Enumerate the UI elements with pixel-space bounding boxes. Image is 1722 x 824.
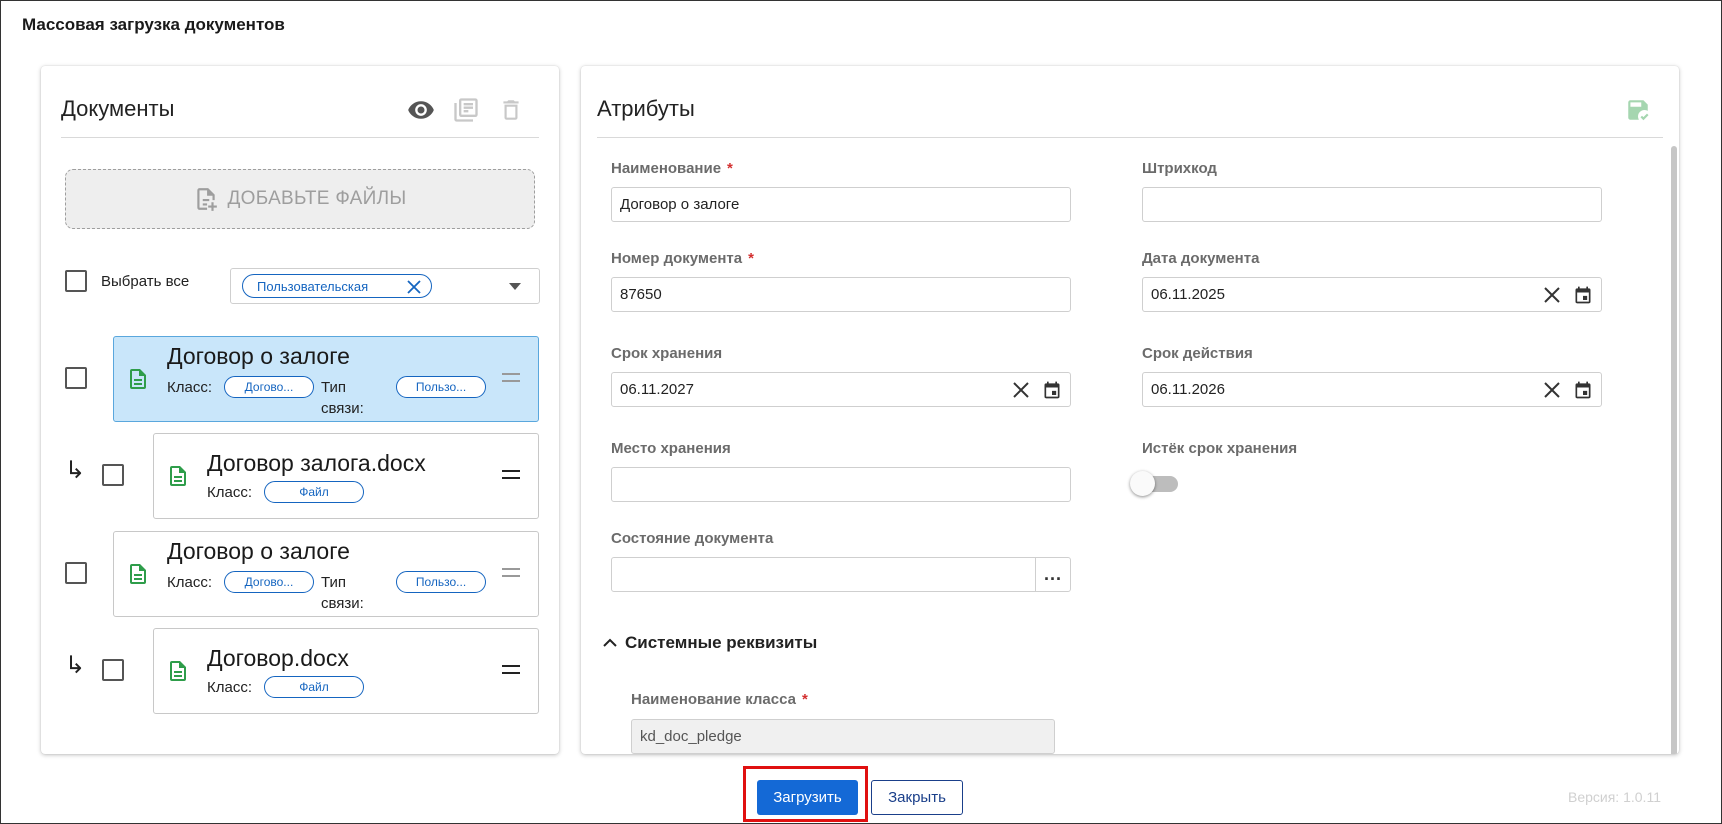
document-name: Договор о залоге <box>167 538 350 564</box>
document-name: Договор.docx <box>207 645 349 671</box>
clear-icon[interactable] <box>1543 286 1561 304</box>
validity-term-input[interactable]: 06.11.2026 <box>1142 372 1602 407</box>
class-label: Класс: <box>167 379 212 396</box>
barcode-input[interactable] <box>1142 187 1602 222</box>
documents-divider <box>61 137 539 138</box>
class-chip: Файл <box>264 676 364 698</box>
drag-handle-icon[interactable] <box>502 470 520 484</box>
document-icon <box>130 369 146 389</box>
class-chip: Догово... <box>224 376 314 398</box>
storage-expired-label: Истёк срок хранения <box>1142 440 1298 457</box>
doc-number-input[interactable]: 87650 <box>611 277 1071 312</box>
window-title: Массовая загрузка документов <box>22 15 285 34</box>
filter-chip: Пользовательская <box>242 274 432 298</box>
class-chip: Файл <box>264 481 364 503</box>
attributes-panel: Атрибуты Наименование * Договор о залоге … <box>581 66 1679 754</box>
doc-date-input[interactable]: 06.11.2025 <box>1142 277 1602 312</box>
version-label: Версия: 1.0.11 <box>1568 789 1661 805</box>
link-type-label-2: связи: <box>321 400 364 417</box>
document-icon <box>170 661 186 681</box>
document-name: Договор залога.docx <box>207 450 426 476</box>
doc-state-label: Состояние документа <box>611 530 774 547</box>
add-files-label: ДОБАВЬТЕ ФАЙЛЫ <box>227 188 407 209</box>
barcode-label: Штрихкод <box>1142 160 1217 177</box>
system-section-header[interactable]: Системные реквизиты <box>603 633 817 653</box>
doc-state-select-button[interactable]: ... <box>1035 558 1070 591</box>
link-type-filter[interactable]: Пользовательская <box>230 268 540 304</box>
chevron-up-icon <box>603 638 617 647</box>
clear-icon[interactable] <box>1012 381 1030 399</box>
copy-list-icon[interactable] <box>450 94 482 126</box>
item-checkbox[interactable] <box>65 562 87 584</box>
attributes-scrollbar[interactable] <box>1671 146 1677 754</box>
document-icon <box>170 466 186 486</box>
drag-handle-icon[interactable] <box>502 373 520 387</box>
doc-state-input[interactable]: ... <box>611 557 1071 592</box>
class-chip: Догово... <box>224 571 314 593</box>
save-check-icon[interactable] <box>1622 94 1654 126</box>
close-button[interactable]: Закрыть <box>871 780 963 815</box>
clear-icon[interactable] <box>1543 381 1561 399</box>
calendar-icon[interactable] <box>1573 380 1593 400</box>
trash-icon[interactable] <box>495 94 527 126</box>
validity-term-label: Срок действия <box>1142 345 1253 362</box>
validity-term-value: 06.11.2026 <box>1151 381 1225 398</box>
attributes-divider <box>597 137 1663 138</box>
child-arrow-icon: ↳ <box>65 457 86 484</box>
document-item[interactable]: Договор.docx Класс: Файл <box>153 628 539 714</box>
item-checkbox[interactable] <box>102 464 124 486</box>
select-all-checkbox[interactable] <box>65 270 87 292</box>
link-type-label: Тип <box>321 379 347 396</box>
class-name-label: Наименование класса * <box>631 691 808 708</box>
chevron-down-icon[interactable] <box>509 283 521 291</box>
doc-number-label: Номер документа * <box>611 250 754 267</box>
upload-button[interactable]: Загрузить <box>757 780 858 815</box>
eye-icon[interactable] <box>405 94 437 126</box>
storage-term-input[interactable]: 06.11.2027 <box>611 372 1071 407</box>
add-files-button[interactable]: ДОБАВЬТЕ ФАЙЛЫ <box>65 169 535 229</box>
link-type-chip: Пользо... <box>396 571 486 593</box>
doc-date-label: Дата документа <box>1142 250 1260 267</box>
child-arrow-icon: ↳ <box>65 652 86 679</box>
class-label: Класс: <box>207 679 252 696</box>
calendar-icon[interactable] <box>1573 285 1593 305</box>
link-type-label: Тип <box>321 574 347 591</box>
document-item[interactable]: Договор о залоге Класс: Догово... Тип св… <box>113 336 539 422</box>
item-checkbox[interactable] <box>65 367 87 389</box>
doc-date-value: 06.11.2025 <box>1151 286 1225 303</box>
documents-title: Документы <box>61 96 175 121</box>
filter-chip-label: Пользовательская <box>257 278 369 294</box>
document-item[interactable]: Договор о залоге Класс: Догово... Тип св… <box>113 531 539 617</box>
system-section-title: Системные реквизиты <box>625 633 818 652</box>
class-name-input: kd_doc_pledge <box>631 719 1055 754</box>
document-item[interactable]: Договор залога.docx Класс: Файл <box>153 433 539 519</box>
drag-handle-icon[interactable] <box>502 568 520 582</box>
link-type-label-2: связи: <box>321 595 364 612</box>
document-icon <box>130 564 146 584</box>
toggle-knob[interactable] <box>1130 471 1155 496</box>
document-name: Договор о залоге <box>167 343 350 369</box>
name-label: Наименование * <box>611 160 733 177</box>
storage-term-value: 06.11.2027 <box>620 381 694 398</box>
file-add-icon <box>197 188 218 211</box>
item-checkbox[interactable] <box>102 659 124 681</box>
storage-place-input[interactable] <box>611 467 1071 502</box>
select-all-label: Выбрать все <box>101 273 190 290</box>
link-type-chip: Пользо... <box>396 376 486 398</box>
storage-place-label: Место хранения <box>611 440 731 457</box>
documents-panel: Документы ДОБАВЬТЕ ФАЙЛЫ Выбрать все Пол… <box>41 66 559 754</box>
name-input[interactable]: Договор о залоге <box>611 187 1071 222</box>
chip-remove-icon[interactable] <box>407 280 421 294</box>
class-label: Класс: <box>167 574 212 591</box>
attributes-title: Атрибуты <box>597 96 695 121</box>
class-label: Класс: <box>207 484 252 501</box>
storage-term-label: Срок хранения <box>611 345 723 362</box>
calendar-icon[interactable] <box>1042 380 1062 400</box>
drag-handle-icon[interactable] <box>502 665 520 679</box>
